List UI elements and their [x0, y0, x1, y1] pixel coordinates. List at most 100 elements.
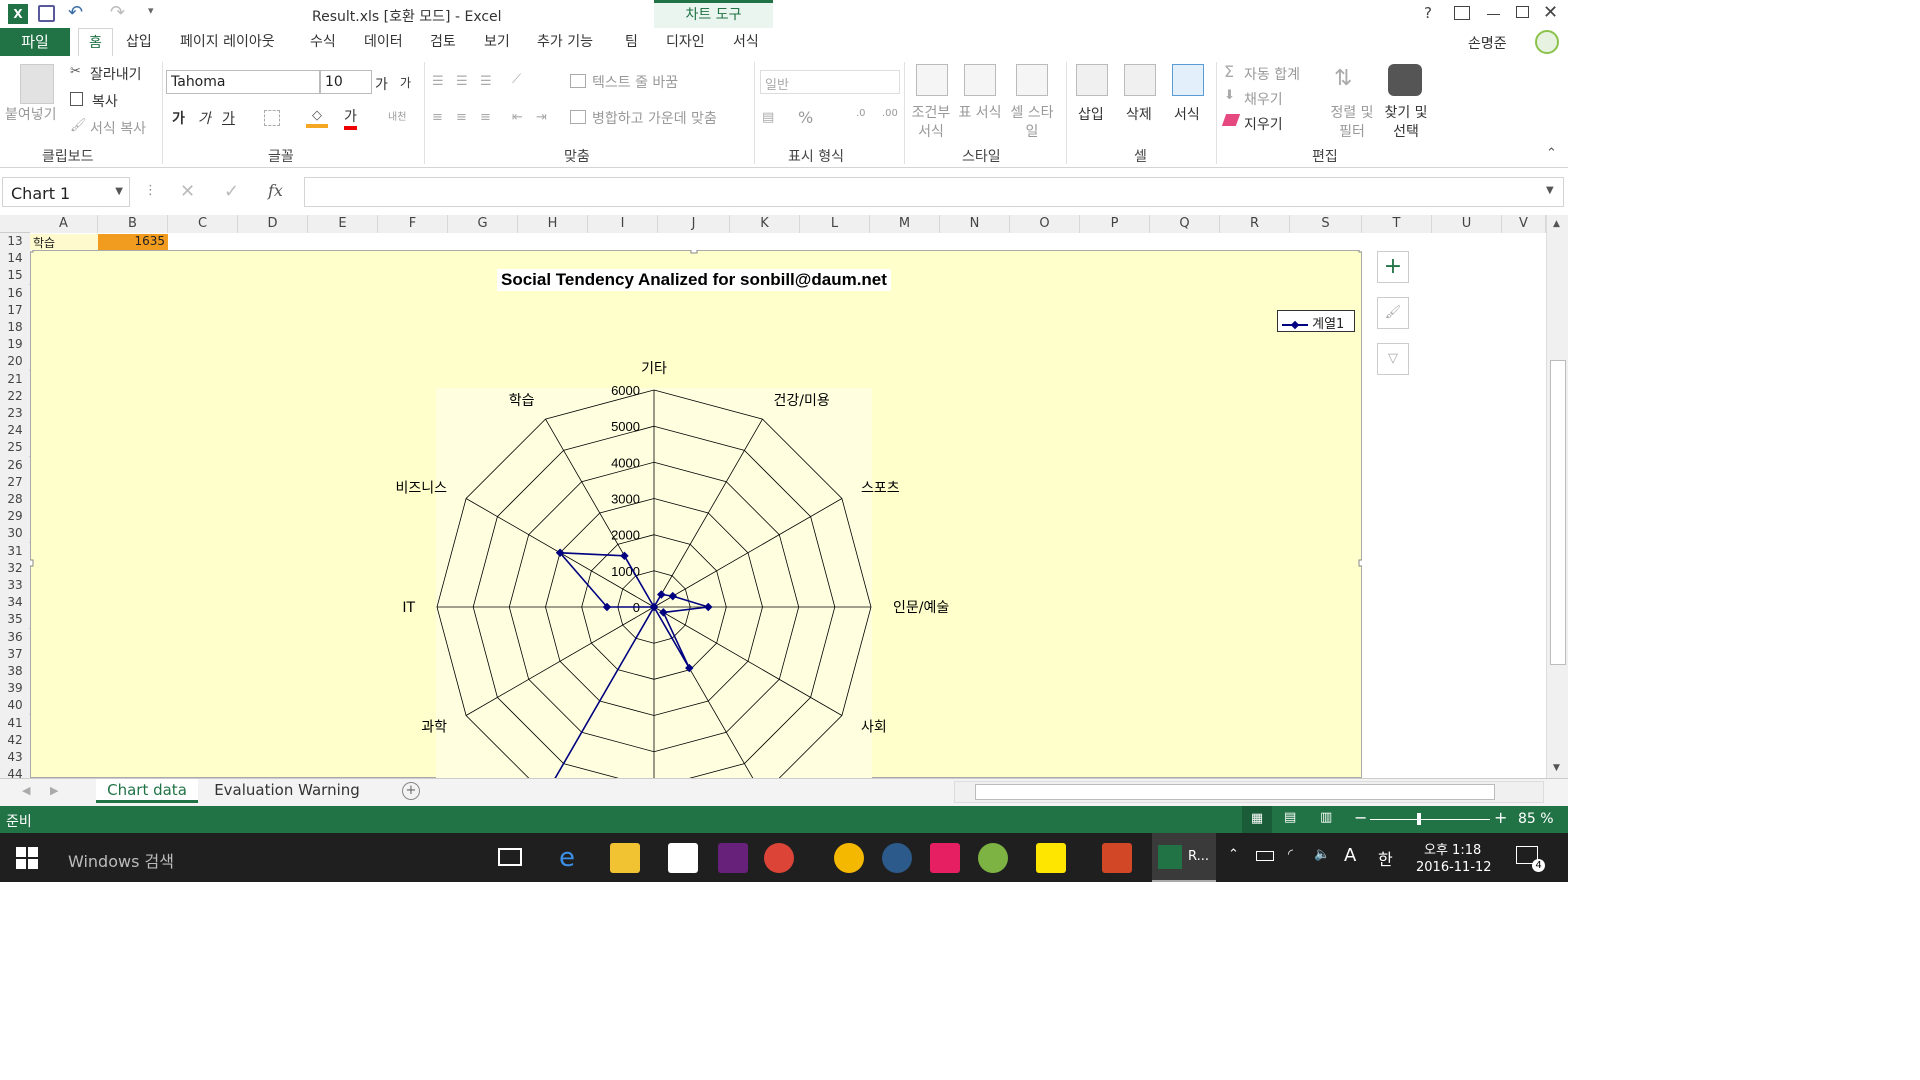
- visual-studio-icon[interactable]: [718, 843, 748, 873]
- align-left-icon[interactable]: ≡: [432, 110, 443, 125]
- column-header-d[interactable]: D: [238, 215, 308, 233]
- zoom-out-icon[interactable]: −: [1354, 808, 1367, 827]
- row-header-21[interactable]: 21: [0, 370, 30, 388]
- cell-styles-icon[interactable]: [1016, 64, 1048, 96]
- column-header-q[interactable]: Q: [1150, 215, 1220, 233]
- row-header-34[interactable]: 34: [0, 594, 30, 612]
- conditional-format-icon[interactable]: [916, 64, 948, 96]
- zoom-slider-thumb[interactable]: [1417, 813, 1421, 825]
- tab-file[interactable]: 파일: [0, 28, 70, 56]
- clock-date[interactable]: 2016-11-12: [1416, 860, 1492, 875]
- column-header-s[interactable]: S: [1290, 215, 1362, 233]
- page-layout-view-icon[interactable]: ▤: [1284, 810, 1296, 825]
- column-header-l[interactable]: L: [800, 215, 870, 233]
- font-size-select[interactable]: 10: [320, 70, 372, 94]
- row-header-43[interactable]: 43: [0, 749, 30, 766]
- row-header-33[interactable]: 33: [0, 577, 30, 594]
- increase-indent-icon[interactable]: ⇥: [536, 110, 547, 125]
- font-name-select[interactable]: Tahoma: [166, 70, 320, 94]
- column-header-o[interactable]: O: [1010, 215, 1080, 233]
- bold-button[interactable]: 가: [172, 108, 185, 128]
- column-header-n[interactable]: N: [940, 215, 1010, 233]
- scroll-up-icon[interactable]: ▲: [1553, 219, 1560, 229]
- number-format-select[interactable]: 일반: [760, 70, 900, 94]
- column-header-j[interactable]: J: [658, 215, 730, 233]
- row-header-28[interactable]: 28: [0, 491, 30, 508]
- format-cells-icon[interactable]: [1172, 64, 1204, 96]
- row-header-18[interactable]: 18: [0, 319, 30, 336]
- column-header-k[interactable]: K: [730, 215, 800, 233]
- tray-chevron-icon[interactable]: ⌃: [1228, 847, 1239, 862]
- cut-button[interactable]: 잘라내기: [90, 64, 142, 84]
- align-middle-icon[interactable]: ☰: [456, 74, 468, 89]
- sort-filter-button[interactable]: 정렬 및 필터: [1324, 104, 1380, 142]
- column-header-m[interactable]: M: [870, 215, 940, 233]
- delete-cells-icon[interactable]: [1124, 64, 1156, 96]
- tab-home[interactable]: 홈: [78, 28, 113, 57]
- horizontal-scrollbar[interactable]: [954, 781, 1544, 803]
- merge-icon[interactable]: [570, 110, 586, 124]
- tab-view[interactable]: 보기: [484, 28, 510, 56]
- expand-formula-icon[interactable]: ▼: [1546, 185, 1554, 196]
- user-avatar[interactable]: [1535, 30, 1559, 54]
- row-header-41[interactable]: 41: [0, 714, 30, 732]
- copy-button[interactable]: 복사: [92, 91, 118, 111]
- tab-format[interactable]: 서식: [733, 28, 759, 56]
- paste-button[interactable]: 붙여넣기: [5, 104, 57, 124]
- start-icon[interactable]: [16, 847, 38, 869]
- percent-button[interactable]: %: [798, 108, 813, 127]
- align-top-icon[interactable]: ☰: [432, 74, 444, 89]
- column-header-a[interactable]: A: [30, 215, 98, 233]
- restore-icon[interactable]: [1516, 6, 1529, 18]
- format-painter-icon[interactable]: 🖌: [70, 118, 87, 133]
- find-select-button[interactable]: 찾기 및 선택: [1380, 104, 1432, 142]
- row-header-37[interactable]: 37: [0, 645, 30, 663]
- chart-styles-button[interactable]: 🖌: [1377, 297, 1409, 329]
- tab-page-layout[interactable]: 페이지 레이아웃: [180, 28, 275, 56]
- task-view-icon[interactable]: [498, 848, 522, 866]
- close-icon[interactable]: ✕: [1543, 2, 1558, 23]
- row-header-25[interactable]: 25: [0, 439, 30, 457]
- row-header-26[interactable]: 26: [0, 456, 30, 474]
- radar-chart[interactable]: 0100020003000400050006000기타건강/미용스포츠인문/예술…: [30, 250, 1362, 778]
- format-table-button[interactable]: 표 서식: [958, 104, 1002, 123]
- tab-team[interactable]: 팀: [625, 28, 638, 56]
- column-header-c[interactable]: C: [168, 215, 238, 233]
- edge-icon[interactable]: e: [552, 843, 582, 873]
- collapse-ribbon-icon[interactable]: ⌃: [1546, 146, 1557, 161]
- row-header-32[interactable]: 32: [0, 559, 30, 577]
- hscroll-thumb[interactable]: [975, 784, 1495, 800]
- row-header-14[interactable]: 14: [0, 250, 30, 268]
- sort-filter-icon[interactable]: ⇅: [1334, 66, 1352, 91]
- row-header-40[interactable]: 40: [0, 697, 30, 715]
- column-header-h[interactable]: H: [518, 215, 588, 233]
- intellij-icon[interactable]: [930, 843, 960, 873]
- column-header-f[interactable]: F: [378, 215, 448, 233]
- scroll-thumb[interactable]: [1550, 360, 1566, 665]
- insert-function-icon[interactable]: fx: [268, 181, 283, 200]
- cell-styles-button[interactable]: 셀 스타일: [1006, 104, 1058, 142]
- tab-addins[interactable]: 추가 기능: [537, 28, 593, 56]
- tab-review[interactable]: 검토: [430, 28, 456, 56]
- currency-icon[interactable]: ▤: [762, 110, 774, 125]
- formula-input[interactable]: [304, 177, 1564, 207]
- name-box[interactable]: Chart 1 ▼: [2, 177, 130, 207]
- more-options-icon[interactable]: ⋮: [144, 183, 157, 198]
- help-icon[interactable]: ?: [1424, 4, 1432, 22]
- minimize-icon[interactable]: [1487, 14, 1500, 15]
- insert-cells-icon[interactable]: [1076, 64, 1108, 96]
- column-header-v[interactable]: V: [1502, 215, 1546, 233]
- enter-icon[interactable]: ✓: [224, 181, 239, 202]
- name-box-dropdown-icon[interactable]: ▼: [115, 186, 123, 197]
- merge-center-button[interactable]: 병합하고 가운데 맞춤: [592, 108, 717, 128]
- android-studio-icon[interactable]: [978, 843, 1008, 873]
- next-sheet-icon[interactable]: ▶: [50, 784, 58, 797]
- prev-sheet-icon[interactable]: ◀: [22, 784, 30, 797]
- add-sheet-icon[interactable]: +: [402, 782, 420, 800]
- font-color-button[interactable]: 가: [344, 106, 357, 130]
- zoom-level[interactable]: 85 %: [1518, 811, 1554, 827]
- row-header-27[interactable]: 27: [0, 473, 30, 491]
- shrink-font-button[interactable]: 가: [400, 74, 411, 91]
- grow-font-button[interactable]: 가: [375, 74, 388, 94]
- fill-icon[interactable]: ⬇: [1224, 88, 1235, 103]
